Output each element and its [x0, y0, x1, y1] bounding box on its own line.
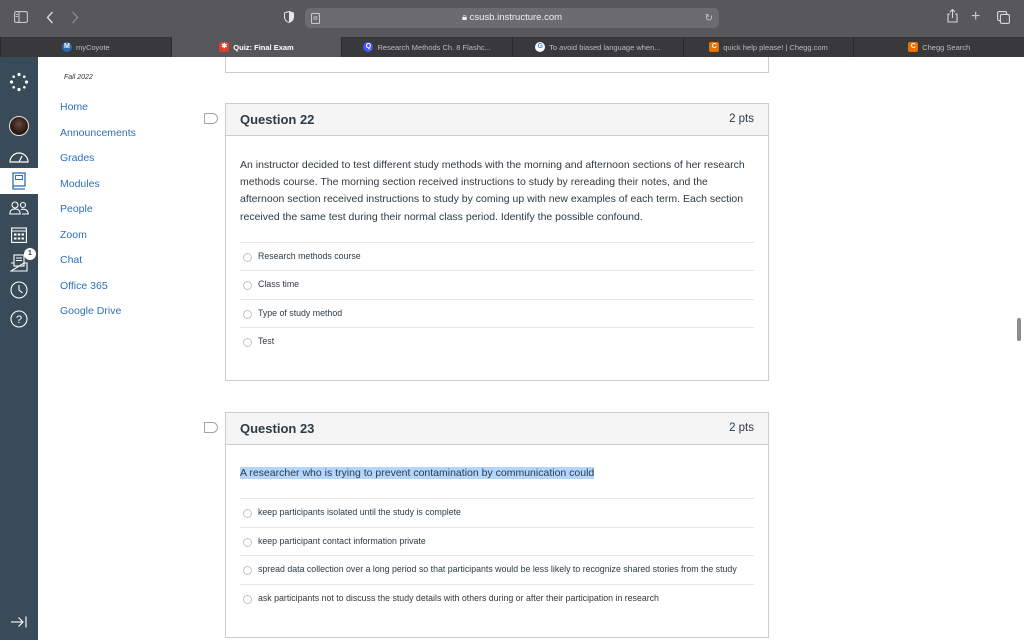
answer-list: keep participants isolated until the stu…	[240, 498, 754, 612]
page-scrollbar[interactable]	[1017, 318, 1021, 341]
answer-option[interactable]: keep participants isolated until the stu…	[240, 498, 754, 527]
flag-question-22-icon[interactable]	[204, 113, 218, 124]
course-nav-office-365[interactable]: Office 365	[60, 280, 108, 292]
answer-option[interactable]: Type of study method	[240, 298, 754, 328]
svg-text:?: ?	[16, 314, 22, 326]
answer-list: Research methods course Class time Type …	[240, 241, 754, 356]
mycoyote-favicon-icon: M	[61, 42, 72, 52]
course-nav-zoom[interactable]: Zoom	[60, 229, 87, 241]
course-nav-google-drive[interactable]: Google Drive	[60, 305, 121, 317]
question-23: Question 23 2 pts A researcher who is tr…	[225, 412, 769, 638]
lock-icon: 🔒︎	[461, 12, 470, 23]
tab-bar: M myCoyote ✱ Quiz: Final Exam Q Research…	[0, 37, 1024, 57]
previous-question-card	[225, 57, 769, 73]
answer-option[interactable]: Test	[240, 327, 754, 356]
tab-chegg-search[interactable]: C Chegg Search	[853, 37, 1024, 57]
canvas-logo-icon[interactable]	[0, 69, 38, 95]
calendar-icon[interactable]	[0, 221, 38, 247]
collapse-arrow-icon[interactable]	[0, 609, 38, 635]
chegg-favicon-icon: C	[709, 42, 720, 52]
course-nav-announcements[interactable]: Announcements	[60, 127, 136, 139]
groups-icon[interactable]	[0, 195, 38, 221]
course-nav-people[interactable]: People	[60, 203, 93, 215]
global-navigation: 1 ?	[0, 57, 38, 640]
course-nav-home[interactable]: Home	[60, 101, 88, 113]
question-points: 2 pts	[729, 113, 754, 125]
question-title: Question 22	[240, 112, 315, 127]
courses-icon[interactable]	[0, 168, 38, 194]
radio-button[interactable]	[243, 281, 252, 291]
answer-option[interactable]: Research methods course	[240, 241, 754, 271]
chevron-right-icon[interactable]	[71, 11, 79, 26]
radio-button[interactable]	[243, 509, 252, 519]
google-favicon-icon: G	[535, 42, 546, 52]
answer-option[interactable]: spread data collection over a long perio…	[240, 555, 754, 584]
answer-option[interactable]: Class time	[240, 270, 754, 299]
question-text: An instructor decided to test different …	[240, 159, 745, 223]
radio-button[interactable]	[243, 338, 252, 348]
highlighted-selection: A researcher who is trying to prevent co…	[240, 467, 595, 479]
tab-research-methods-flashcards[interactable]: Q Research Methods Ch. 8 Flashc...	[341, 37, 512, 57]
question-title: Question 23	[240, 421, 315, 436]
reload-icon[interactable]: ↻	[705, 12, 713, 26]
canvas-favicon-icon: ✱	[219, 42, 230, 52]
history-icon[interactable]	[0, 277, 38, 303]
answer-option[interactable]: ask participants not to discuss the stud…	[240, 583, 754, 613]
account-avatar[interactable]	[0, 113, 38, 139]
radio-button[interactable]	[243, 309, 252, 319]
url-text: 🔒︎ csusb.instructure.com	[461, 12, 563, 23]
sidebar-toggle-icon[interactable]	[14, 11, 28, 25]
plus-icon[interactable]: +	[971, 9, 980, 25]
inbox-unread-badge: 1	[24, 248, 36, 260]
tab-quiz-final-exam[interactable]: ✱ Quiz: Final Exam	[170, 37, 342, 57]
tab-overview-icon[interactable]	[997, 11, 1010, 26]
flag-question-23-icon[interactable]	[204, 422, 218, 433]
course-nav-modules[interactable]: Modules	[60, 178, 100, 190]
tab-mycoyote[interactable]: M myCoyote	[0, 37, 171, 57]
course-term: Fall 2022	[64, 74, 93, 81]
question-header: Question 22 2 pts	[226, 104, 768, 136]
radio-button[interactable]	[243, 566, 252, 576]
dashboard-icon[interactable]	[0, 143, 38, 169]
privacy-shield-icon[interactable]	[284, 10, 294, 25]
chegg-favicon-icon: C	[908, 42, 919, 52]
browser-toolbar: 🔒︎ csusb.instructure.com ↻ +	[0, 0, 1024, 37]
answer-option[interactable]: keep participant contact information pri…	[240, 526, 754, 556]
tab-chegg-help[interactable]: C quick help please! | Chegg.com	[682, 37, 854, 57]
question-points: 2 pts	[729, 422, 754, 434]
course-nav-grades[interactable]: Grades	[60, 152, 94, 164]
radio-button[interactable]	[243, 537, 252, 547]
help-icon[interactable]: ?	[0, 306, 38, 332]
question-text: A researcher who is trying to prevent co…	[240, 465, 754, 482]
address-bar[interactable]: 🔒︎ csusb.instructure.com ↻	[305, 8, 719, 28]
chevron-left-icon[interactable]	[46, 11, 54, 26]
question-header: Question 23 2 pts	[226, 413, 768, 445]
radio-button[interactable]	[243, 252, 252, 262]
quizlet-favicon-icon: Q	[363, 42, 374, 52]
radio-button[interactable]	[243, 594, 252, 604]
tab-biased-language[interactable]: G To avoid biased language when...	[512, 37, 683, 57]
course-nav-chat[interactable]: Chat	[60, 254, 82, 266]
share-icon[interactable]	[947, 8, 958, 25]
inbox-icon[interactable]: 1	[0, 248, 38, 276]
question-22: Question 22 2 pts An instructor decided …	[225, 103, 769, 381]
